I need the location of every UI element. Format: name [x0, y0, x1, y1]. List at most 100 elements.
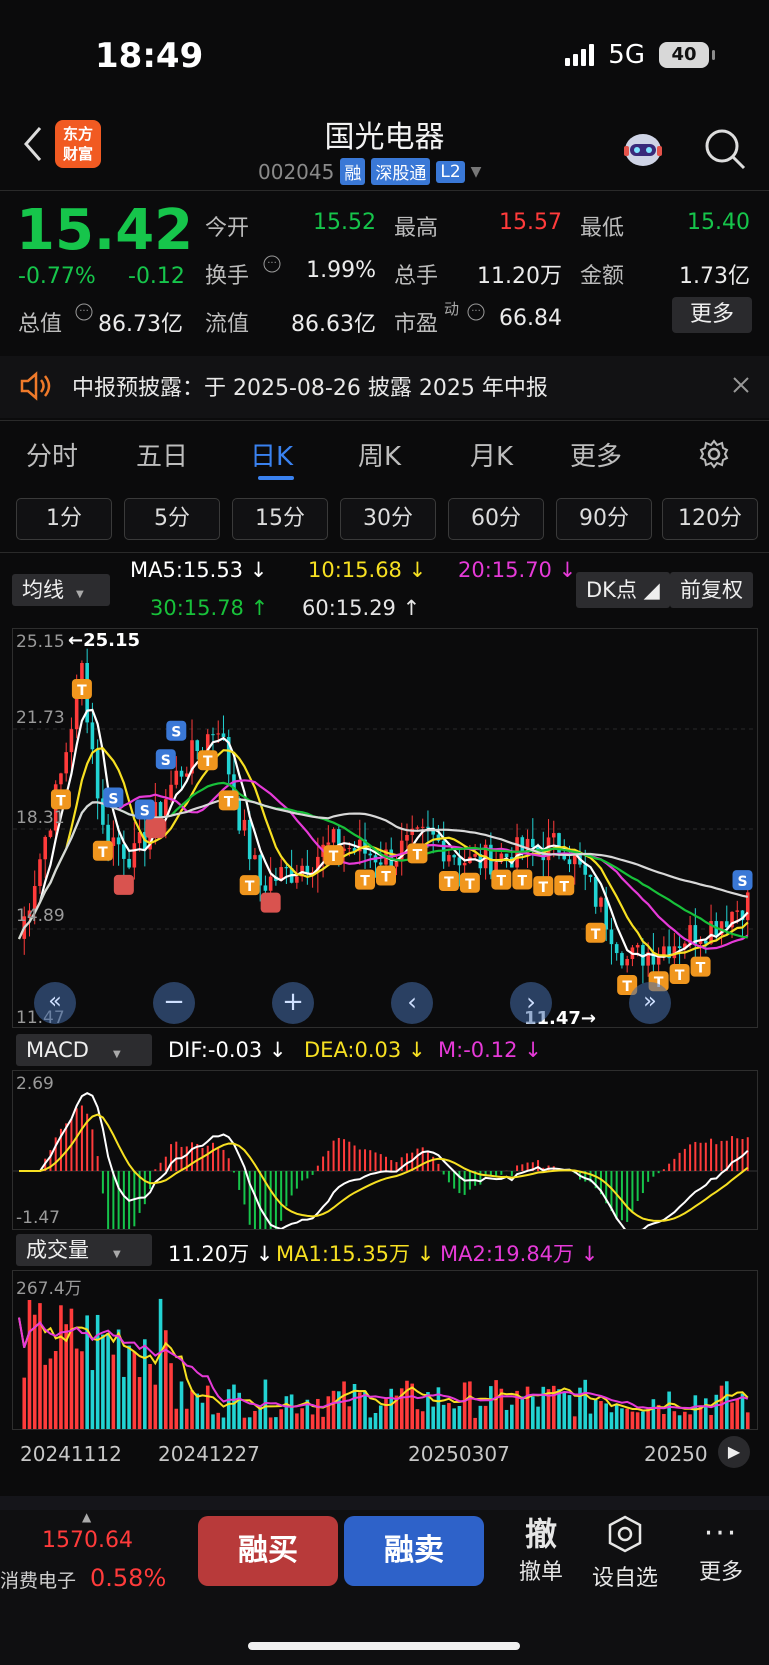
tab-monthly-k[interactable]: 月K [470, 436, 513, 473]
adjust-button[interactable]: 前复权 [670, 572, 753, 608]
volume-bar [614, 1404, 619, 1429]
candle-body [268, 876, 273, 891]
tab-more[interactable]: 更多 [570, 436, 622, 473]
macd-m: M:-0.12 ↓ [438, 1038, 542, 1062]
tab-five-day[interactable]: 五日 [136, 436, 188, 473]
play-icon[interactable]: ▶ [718, 1436, 750, 1468]
volume-bar [190, 1390, 194, 1429]
period-15min[interactable]: 15分 [232, 498, 328, 540]
candle-body [132, 843, 137, 868]
volume-bar [405, 1380, 409, 1429]
volume-bar [106, 1333, 110, 1429]
candle-body [347, 848, 352, 850]
signal-label: S [161, 753, 171, 769]
pe-value: 66.84 [499, 306, 562, 331]
search-icon[interactable] [702, 126, 748, 172]
candle-body [247, 819, 252, 860]
cancel-order-label: 撤单 [518, 1560, 563, 1585]
dk-point-button[interactable]: DK点 ◢ [576, 572, 670, 608]
kline-chart[interactable]: TTTTTTTTTTTTTTTTTTTTTSSSSS [12, 628, 758, 1028]
pe-sup: 动 [444, 300, 460, 318]
volume-bar [651, 1399, 656, 1429]
cancel-order-button[interactable]: 撤 撤单 [506, 1514, 576, 1586]
volume-bar [316, 1398, 320, 1429]
volume-bar [373, 1412, 378, 1429]
volume-bar [179, 1381, 184, 1429]
info-icon[interactable]: ··· [74, 302, 94, 322]
period-30min[interactable]: 30分 [340, 498, 436, 540]
volume-indicator-select[interactable]: 成交量 ▼ [16, 1234, 152, 1266]
signal-label: T [675, 968, 685, 984]
volume-bar [468, 1381, 472, 1429]
date-label: 20250 [644, 1442, 708, 1466]
tab-daily-k[interactable]: 日K [250, 436, 293, 473]
robot-assistant-icon[interactable] [618, 128, 668, 174]
macd-chart[interactable] [12, 1070, 758, 1230]
volume-bar [447, 1403, 451, 1429]
ma-indicator-select[interactable]: 均线 ▼ [12, 574, 110, 606]
info-icon[interactable]: ··· [262, 254, 282, 274]
macd-indicator-select[interactable]: MACD ▼ [16, 1034, 152, 1066]
signal-label: T [245, 879, 255, 895]
status-time: 18:49 [95, 36, 204, 76]
signal-label: T [559, 879, 569, 895]
stock-code-row[interactable]: 002045 融 深股通 L2 ▼ [258, 158, 481, 185]
scroll-end-button[interactable]: » [629, 982, 671, 1024]
volume-ma1: MA1:15.35万 ↓ [276, 1242, 435, 1266]
candle-body [588, 874, 593, 877]
volume-bar [289, 1394, 294, 1429]
candle-body [567, 859, 572, 865]
volume-bar [609, 1412, 614, 1429]
zoom-in-button[interactable]: + [272, 982, 314, 1024]
tab-underline [258, 476, 294, 480]
period-60min[interactable]: 60分 [448, 498, 544, 540]
scroll-right-button[interactable]: › [510, 982, 552, 1024]
period-120min[interactable]: 120分 [662, 498, 758, 540]
ma10-value: 10:15.68 ↓ [308, 558, 427, 582]
add-watchlist-button[interactable]: 设自选 [586, 1514, 664, 1592]
volume-bar [688, 1414, 692, 1429]
volume-bar [368, 1417, 373, 1429]
more-quote-button[interactable]: 更多 [672, 297, 752, 333]
margin-buy-button[interactable]: 融买 [198, 1516, 338, 1586]
signal-label: T [56, 793, 66, 809]
more-actions-button[interactable]: ··· 更多 [686, 1514, 756, 1586]
date-label: 20241112 [20, 1442, 122, 1466]
volume-bar [153, 1384, 158, 1429]
index-price[interactable]: 1570.64 [42, 1528, 133, 1553]
volume-bar [620, 1408, 624, 1429]
signal-label: T [497, 874, 507, 890]
scroll-left-button[interactable]: ‹ [391, 982, 433, 1024]
volume-y-top: 267.4万 [16, 1279, 82, 1299]
tab-weekly-k[interactable]: 周K [358, 436, 401, 473]
volume-chart[interactable] [12, 1270, 758, 1430]
notice-text: 中报预披露：于 2025-08-26 披露 2025 年中报 [72, 376, 548, 401]
margin-sell-button[interactable]: 融卖 [344, 1516, 484, 1586]
candle-body [677, 946, 682, 949]
signal-label: T [591, 927, 601, 943]
period-1min[interactable]: 1分 [16, 498, 112, 540]
volume-value: 11.20万 [477, 264, 562, 289]
gear-icon[interactable] [698, 438, 730, 470]
volume-bar [310, 1414, 315, 1429]
tab-intraday[interactable]: 分时 [26, 436, 78, 473]
chevron-down-icon: ▼ [112, 1049, 121, 1060]
chevron-up-icon[interactable]: ▲ [82, 1510, 91, 1524]
float-label: 流值 [205, 312, 250, 337]
scroll-start-button[interactable]: « [34, 982, 76, 1024]
volume-bar [567, 1395, 572, 1429]
candle-body [326, 842, 331, 845]
close-icon[interactable] [732, 376, 750, 394]
period-5min[interactable]: 5分 [124, 498, 220, 540]
volume-bar [127, 1345, 131, 1429]
macd-y-top: 2.69 [16, 1074, 54, 1094]
zoom-out-button[interactable]: − [153, 982, 195, 1024]
candle-body [635, 945, 640, 948]
low-value: 15.40 [687, 210, 750, 235]
candle-body [90, 722, 95, 750]
volume-ma2: MA2:19.84万 ↓ [440, 1242, 599, 1266]
period-90min[interactable]: 90分 [556, 498, 652, 540]
volume-bar [143, 1339, 147, 1429]
volume-bar [363, 1390, 367, 1429]
volume-bar [415, 1409, 420, 1429]
